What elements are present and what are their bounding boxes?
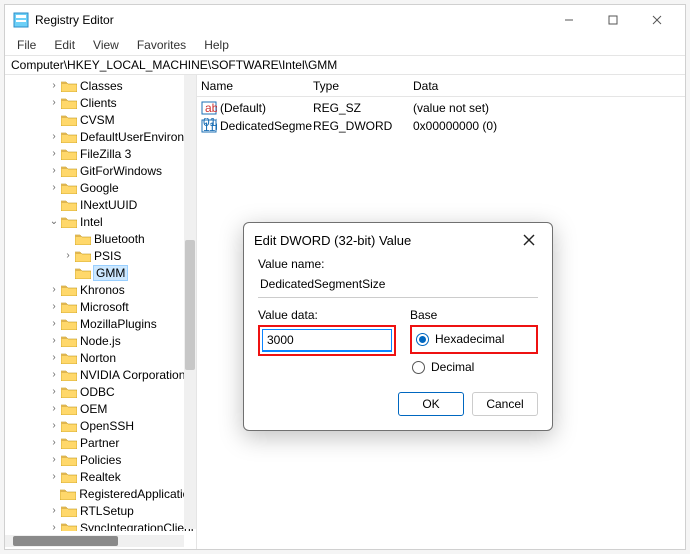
highlight-base: Hexadecimal	[410, 325, 538, 354]
value-name-label: Value name:	[258, 257, 538, 271]
value-data-input[interactable]	[262, 329, 392, 352]
value-name-field[interactable]: DedicatedSegmentSize	[258, 275, 538, 298]
cancel-button[interactable]: Cancel	[472, 392, 538, 416]
radio-hex-label: Hexadecimal	[435, 332, 504, 346]
value-data-label: Value data:	[258, 308, 396, 322]
dialog-backdrop: Edit DWORD (32-bit) Value Value name: De…	[0, 0, 690, 554]
edit-dword-dialog: Edit DWORD (32-bit) Value Value name: De…	[243, 222, 553, 431]
radio-dec-label: Decimal	[431, 360, 474, 374]
ok-button[interactable]: OK	[398, 392, 464, 416]
dialog-titlebar: Edit DWORD (32-bit) Value	[244, 223, 552, 257]
radio-icon	[412, 361, 425, 374]
dialog-title: Edit DWORD (32-bit) Value	[254, 233, 516, 248]
radio-icon	[416, 333, 429, 346]
highlight-value-data	[258, 325, 396, 356]
radio-hexadecimal[interactable]: Hexadecimal	[416, 332, 528, 346]
dialog-close-button[interactable]	[516, 227, 542, 253]
radio-decimal[interactable]: Decimal	[412, 360, 532, 374]
base-label: Base	[410, 308, 538, 322]
